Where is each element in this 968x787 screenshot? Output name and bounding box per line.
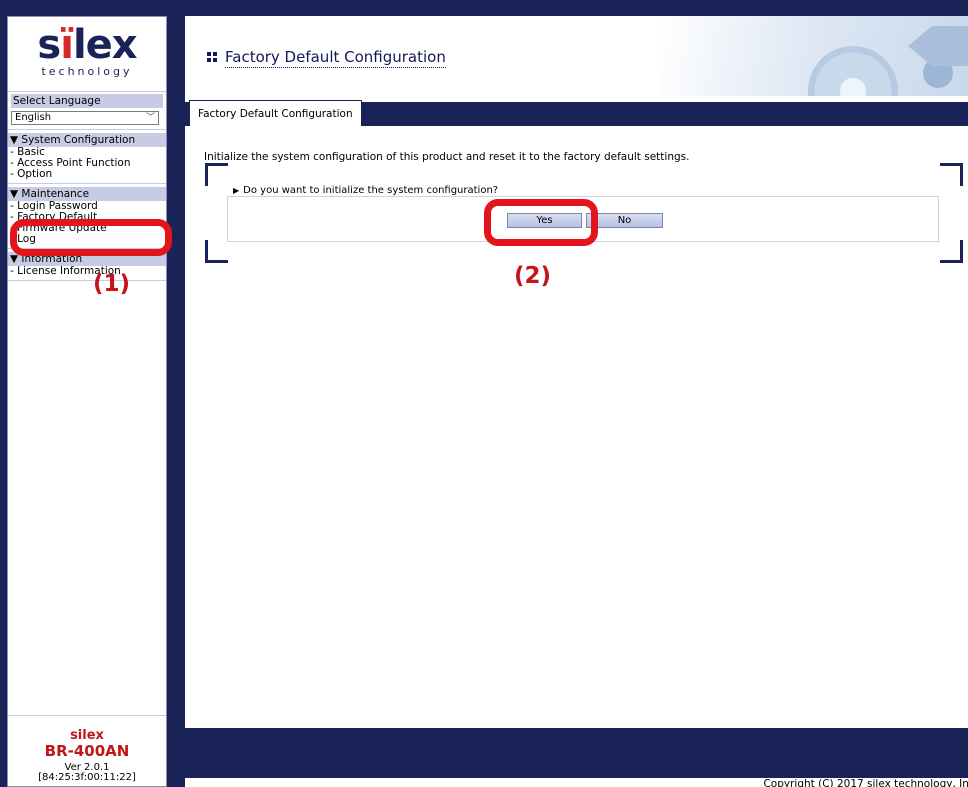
device-brand: silex [70,728,104,743]
mac-address: [84:25:3f:00:11:22] [38,772,136,783]
language-value: English [15,112,52,123]
nav-item-license-information[interactable]: - License Information [8,266,166,277]
nav-item-option[interactable]: - Option [8,169,166,180]
frame-corner [940,240,963,263]
callout-box-1 [10,219,172,256]
nav-group-information: ▼ Information - License Information [8,252,166,281]
triangle-right-icon: ▶ [233,186,240,195]
logo-subtitle: technology [41,65,133,78]
select-language-label: Select Language [11,94,163,108]
language-section: Select Language English ﹀ [8,92,166,130]
grid-bullet-icon [207,51,218,62]
footer-band [185,728,968,778]
tab-factory-default-configuration[interactable]: Factory Default Configuration [189,100,362,126]
copyright-text: Copyright (C) 2017 silex technology, Inc… [763,778,968,787]
description-text: Initialize the system configuration of t… [204,151,690,163]
frame-corner [940,163,963,186]
nav-group-system-configuration: ▼ System Configuration - Basic - Access … [8,133,166,184]
chevron-down-icon: ﹀ [145,113,155,123]
logo-wordmark: sïlex [37,22,137,68]
silex-logo: sïlex technology [8,17,166,92]
question-text: Do you want to initialize the system con… [243,185,499,196]
main-panel: Factory Default Configuration Factory De… [185,16,968,787]
callout-box-2 [484,199,598,246]
page-title: Factory Default Configuration [225,48,446,68]
nav-heading-system-configuration[interactable]: ▼ System Configuration [8,133,166,147]
device-model: BR-400AN [44,742,130,760]
frame-corner [205,240,228,263]
language-select[interactable]: English ﹀ [11,111,159,125]
callout-label-1: (1) [93,271,131,297]
callout-label-2: (2) [514,263,552,289]
sidebar: sïlex technology Select Language English… [7,16,167,787]
device-info: silex BR-400AN Ver 2.0.1 [84:25:3f:00:11… [8,715,166,786]
nav-heading-maintenance[interactable]: ▼ Maintenance [8,187,166,201]
frame-corner [205,163,228,186]
